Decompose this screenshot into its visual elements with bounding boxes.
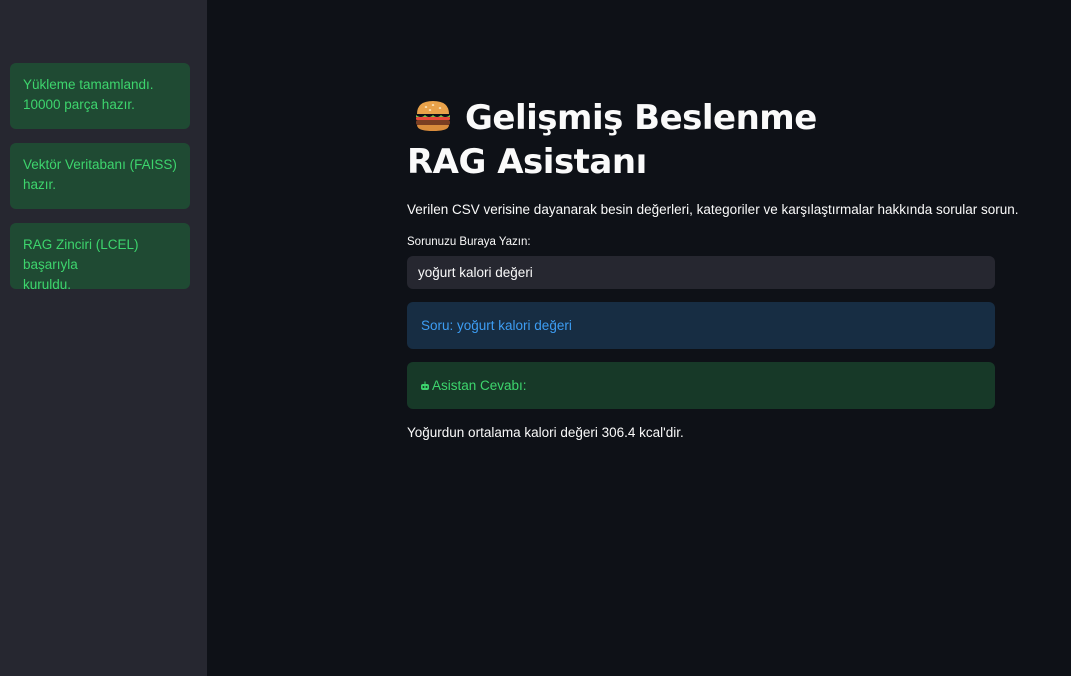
robot-icon — [420, 363, 430, 390]
sidebar: Yükleme tamamlandı. 10000 parça hazır. V… — [0, 0, 207, 676]
question-input[interactable] — [407, 256, 995, 289]
main-content: Gelişmiş Beslenme RAG Asistanı Verilen C… — [207, 0, 1071, 676]
answer-header-text: Asistan Cevabı: — [432, 378, 527, 393]
page-description: Verilen CSV verisine dayanarak besin değ… — [407, 202, 1019, 217]
status-text: 10000 parça hazır. — [23, 97, 135, 112]
app-window: Yükleme tamamlandı. 10000 parça hazır. V… — [0, 0, 1071, 676]
status-text: kuruldu. — [23, 277, 72, 292]
sidebar-status-rag-chain: RAG Zinciri (LCEL) başarıyla kuruldu. — [10, 223, 190, 292]
status-text: hazır. — [23, 177, 57, 192]
answer-text: Yoğurdun ortalama kalori değeri 306.4 kc… — [407, 425, 684, 440]
sidebar-status-upload: Yükleme tamamlandı. 10000 parça hazır. — [10, 63, 190, 129]
status-text: RAG Zinciri (LCEL) başarıyla — [23, 237, 139, 272]
page-title: Gelişmiş Beslenme RAG Asistanı — [407, 98, 817, 182]
sidebar-status-vector-db: Vektör Veritabanı (FAISS) hazır. — [10, 143, 190, 209]
content-column: Gelişmiş Beslenme RAG Asistanı Verilen C… — [407, 96, 1019, 440]
question-info-box: Soru: yoğurt kalori değeri — [407, 302, 995, 349]
status-text: Vektör Veritabanı (FAISS) — [23, 157, 177, 172]
answer-header-box: Asistan Cevabı: — [407, 362, 995, 409]
hamburger-icon — [413, 99, 453, 133]
question-input-label: Sorunuzu Buraya Yazın: — [407, 236, 531, 248]
status-text: Yükleme tamamlandı. — [23, 77, 154, 92]
